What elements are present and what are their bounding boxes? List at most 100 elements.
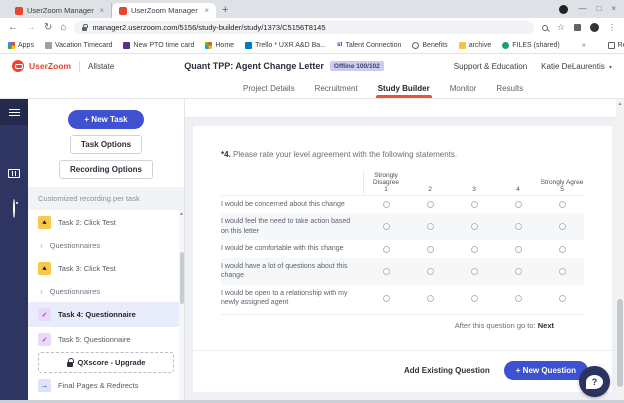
task-type-icon: ✓ [38, 333, 51, 346]
bookmark-item[interactable]: Benefits [412, 41, 448, 49]
settings-tool-button[interactable] [13, 199, 15, 218]
user-menu[interactable]: Katie DeLaurentis ▾ [541, 62, 612, 71]
add-existing-question-button[interactable]: Add Existing Question [404, 366, 490, 375]
radio-option[interactable] [496, 223, 540, 231]
radio-option[interactable] [408, 201, 452, 209]
radio-option[interactable] [496, 267, 540, 275]
radio-option[interactable] [452, 267, 496, 275]
task-list-item[interactable]: QXscore - Upgrade [28, 352, 184, 373]
matrix-row: I would be open to a relationship with m… [221, 285, 584, 312]
nav-tab[interactable]: Results [496, 78, 523, 98]
tab-close-icon[interactable]: × [99, 6, 104, 15]
card-icon [8, 169, 20, 178]
browser-tab[interactable]: UserZoom Manager × [8, 3, 112, 18]
radio-option[interactable] [452, 294, 496, 302]
radio-option[interactable] [496, 245, 540, 253]
skip-logic-row[interactable]: After this question go to: Next [221, 313, 584, 336]
scrollbar-thumb[interactable] [179, 252, 184, 304]
gear-icon [13, 199, 15, 218]
reading-list-icon [607, 41, 615, 49]
radio-option[interactable] [364, 223, 408, 231]
profile-avatar-icon[interactable] [590, 23, 599, 32]
task-list-item[interactable]: ✓ Task 4: Questionnaire [28, 302, 184, 327]
reload-icon[interactable]: ↻ [44, 22, 52, 33]
task-list-scrollbar[interactable]: ▲ [179, 210, 184, 403]
menu-toggle[interactable] [0, 99, 28, 125]
new-task-button[interactable]: + New Task [68, 110, 144, 129]
radio-option[interactable] [540, 245, 584, 253]
radio-option[interactable] [408, 223, 452, 231]
radio-option[interactable] [408, 294, 452, 302]
bookmark-item[interactable]: New PTO time card [123, 41, 194, 49]
tab-close-icon[interactable]: × [204, 6, 209, 15]
task-list-item[interactable]: ✓ Task 5: Questionnaire [28, 327, 184, 352]
radio-option[interactable] [408, 245, 452, 253]
back-icon[interactable]: ← [8, 22, 18, 33]
bookmark-item[interactable]: Vacation Timecard [44, 41, 112, 49]
radio-option[interactable] [540, 223, 584, 231]
radio-option[interactable] [540, 267, 584, 275]
radio-option[interactable] [364, 245, 408, 253]
task-list-item[interactable]: Task 3: Click Test [28, 256, 184, 281]
extensions-icon[interactable] [574, 24, 581, 31]
radio-option[interactable] [452, 223, 496, 231]
home-icon[interactable]: ⌂ [60, 22, 66, 33]
brand-name[interactable]: UserZoom [29, 61, 71, 71]
help-chat-button[interactable]: ? [579, 366, 610, 397]
page-header-strip [185, 99, 624, 118]
scrollbar-thumb[interactable] [617, 299, 623, 387]
support-education-link[interactable]: Support & Education [454, 62, 527, 71]
browser-tab-active[interactable]: UserZoom Manager × [112, 3, 216, 18]
radio-option[interactable] [452, 201, 496, 209]
bookmark-icon [502, 41, 510, 49]
radio-option[interactable] [452, 245, 496, 253]
bookmark-star-icon[interactable]: ☆ [557, 22, 565, 33]
bookmark-item[interactable]: archive [458, 41, 491, 49]
lock-icon [66, 358, 74, 367]
nav-tab[interactable]: Study Builder [375, 78, 432, 98]
new-question-button[interactable]: + New Question [503, 360, 588, 380]
nav-tab[interactable]: Monitor [450, 78, 477, 98]
userzoom-logo-icon[interactable] [12, 60, 24, 72]
bookmark-item[interactable]: Home [205, 41, 234, 49]
radio-option[interactable] [540, 294, 584, 302]
radio-option[interactable] [364, 267, 408, 275]
browser-profile-icon[interactable] [559, 4, 569, 14]
cards-tool-button[interactable] [8, 169, 20, 178]
new-tab-button[interactable]: + [222, 4, 228, 16]
task-list-item[interactable]: › Questionnaires [28, 235, 184, 256]
question-card: *4. Please rate your level agreement wit… [193, 126, 612, 392]
maximize-button[interactable]: □ [596, 4, 601, 14]
task-options-button[interactable]: Task Options [69, 135, 143, 154]
main-scrollbar[interactable]: ▲ [616, 99, 624, 403]
url-input[interactable]: manager2.userzoom.com/5156/study-builder… [74, 21, 534, 34]
minimize-button[interactable]: — [578, 4, 586, 14]
task-list-item[interactable]: › Questionnaires [28, 281, 184, 302]
qxscore-upgrade-button[interactable]: QXscore - Upgrade [38, 352, 174, 373]
account-name[interactable]: Allstate [88, 62, 114, 71]
radio-option[interactable] [540, 201, 584, 209]
forward-icon[interactable]: → [26, 22, 36, 33]
bookmarks-overflow-icon[interactable]: » [582, 42, 586, 49]
task-type-icon: → [38, 379, 51, 392]
radio-option[interactable] [364, 294, 408, 302]
task-list-item[interactable]: → Final Pages & Redirects [28, 373, 184, 398]
browser-menu-icon[interactable]: ⋮ [608, 23, 616, 32]
radio-option[interactable] [364, 201, 408, 209]
bookmark-item[interactable]: Trello * UXR A&D Ba... [245, 41, 326, 49]
scroll-up-icon[interactable]: ▲ [179, 211, 184, 217]
radio-option[interactable] [408, 267, 452, 275]
close-button[interactable]: × [611, 4, 616, 14]
radio-option[interactable] [496, 201, 540, 209]
bookmark-item[interactable]: st Talent Connection [337, 41, 401, 49]
nav-tab[interactable]: Project Details [243, 78, 295, 98]
bookmark-item[interactable]: Apps [8, 41, 34, 49]
recording-options-button[interactable]: Recording Options [59, 160, 153, 179]
task-list-item[interactable]: Task 2: Click Test [28, 210, 184, 235]
zoom-search-icon[interactable] [541, 24, 548, 31]
bookmark-item[interactable]: FILES (shared) [502, 41, 560, 49]
scroll-up-icon[interactable]: ▲ [616, 101, 624, 107]
radio-option[interactable] [496, 294, 540, 302]
nav-tab[interactable]: Recruitment [315, 78, 358, 98]
reading-list-button[interactable]: Reading list [607, 41, 624, 49]
